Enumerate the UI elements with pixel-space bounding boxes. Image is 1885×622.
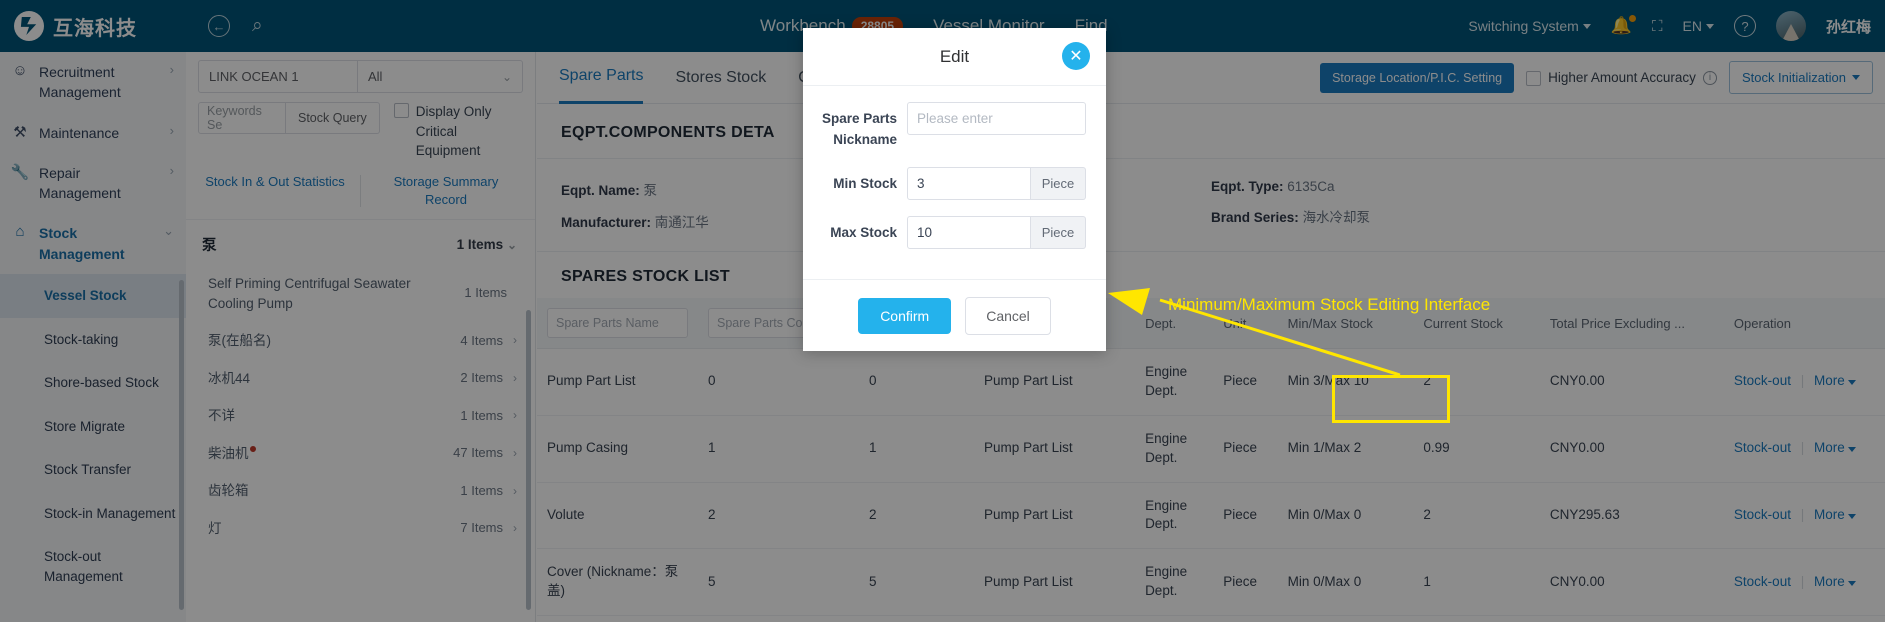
confirm-button[interactable]: Confirm	[858, 297, 952, 334]
form-row-min-stock: Min Stock 3 Piece	[815, 166, 1086, 200]
app-root: 互海科技 ← ⌕ Workbench 28805 Vessel Monitor …	[0, 0, 1885, 622]
spare-parts-nickname-input[interactable]: Please enter	[907, 102, 1086, 135]
spare-parts-nickname-label: Spare Parts Nickname	[821, 111, 897, 147]
form-row-max-stock: Max Stock 10 Piece	[815, 215, 1086, 249]
close-icon[interactable]: ✕	[1062, 42, 1090, 70]
max-stock-unit-addon: Piece	[1031, 215, 1086, 249]
modal-header: Edit ✕	[803, 28, 1106, 86]
cancel-button[interactable]: Cancel	[965, 296, 1051, 335]
modal-footer: Confirm Cancel	[803, 279, 1106, 351]
modal-body: Spare Parts Nickname Please enter Min St…	[803, 86, 1106, 279]
max-stock-input[interactable]: 10	[907, 215, 1031, 249]
modal-title: Edit	[939, 46, 970, 66]
min-stock-control: 3 Piece	[907, 166, 1086, 200]
max-stock-control: 10 Piece	[907, 215, 1086, 249]
max-stock-label: Max Stock	[830, 224, 897, 240]
min-stock-label: Min Stock	[833, 175, 897, 191]
form-row-nickname: Spare Parts Nickname Please enter	[815, 102, 1086, 151]
min-stock-input[interactable]: 3	[907, 166, 1031, 200]
edit-modal: Edit ✕ Spare Parts Nickname Please enter…	[803, 28, 1106, 351]
spare-parts-nickname-control: Please enter	[907, 102, 1086, 135]
min-stock-unit-addon: Piece	[1031, 166, 1086, 200]
